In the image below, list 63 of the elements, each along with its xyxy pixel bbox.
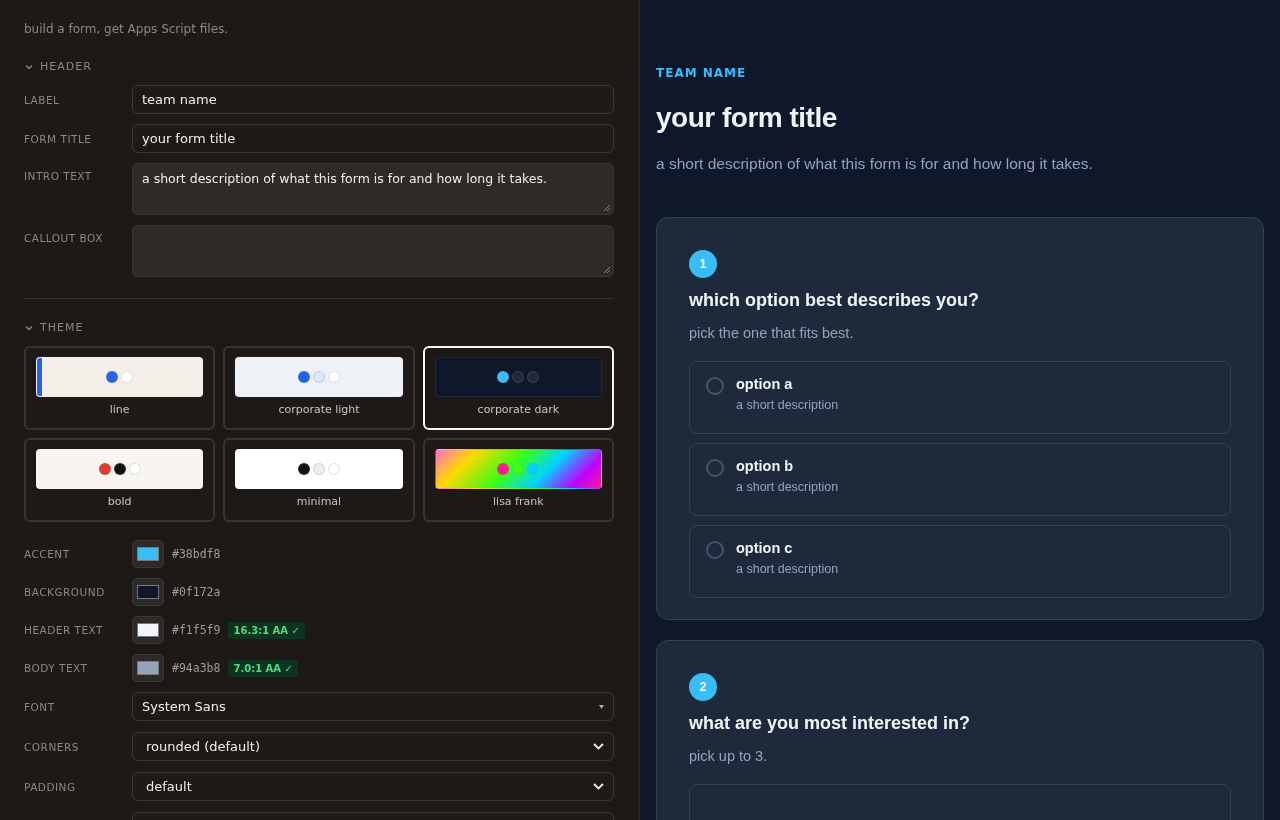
section-toggle[interactable]: HEADER (24, 60, 92, 73)
hex-value: #f1f5f9 (172, 623, 221, 637)
field-label: CALLOUT BOX (24, 231, 104, 244)
option-label: option c (736, 540, 794, 556)
field-label: BODY TEXT (24, 662, 89, 674)
question-hint: pick up to 3. (689, 748, 769, 764)
radio-button[interactable] (706, 541, 724, 559)
option-description: a short description (736, 480, 839, 494)
answer-option[interactable]: option a a short description (689, 361, 1231, 434)
answer-option[interactable]: option b a short description (689, 443, 1231, 516)
contrast-badge: 7.0:1 AA ✓ (228, 659, 298, 677)
text-field[interactable]: your form title (132, 124, 614, 153)
theme-option[interactable]: corporate light (223, 346, 415, 430)
text-field[interactable]: team name (132, 85, 614, 114)
option-description: a short description (736, 562, 839, 576)
field-label: CORNERS (24, 740, 80, 753)
radio-button[interactable] (706, 459, 724, 477)
field-label: HEADER TEXT (24, 624, 105, 636)
answer-option[interactable]: option c a short description (689, 525, 1231, 598)
select-field[interactable]: rounded (default) (132, 732, 614, 761)
question-number: 1 (689, 250, 717, 278)
field-label: INTRO TEXT (24, 169, 93, 182)
hex-value: #38bdf8 (172, 547, 221, 561)
field-label: PADDING (24, 780, 77, 793)
select-field[interactable]: default (132, 772, 614, 801)
chevron-icon (593, 743, 604, 750)
color-picker[interactable] (132, 616, 164, 644)
field-label: FONT (24, 700, 56, 713)
form-label: TEAM NAME (656, 66, 748, 80)
question-title: what are you most interested in? (689, 713, 972, 734)
caret-icon (599, 704, 604, 709)
theme-option[interactable]: corporate dark (422, 346, 614, 430)
question-hint: pick the one that fits best. (689, 325, 855, 341)
resize-handle-icon[interactable] (603, 204, 611, 212)
select-field[interactable]: System Sans (132, 692, 614, 721)
hex-value: #94a3b8 (172, 661, 221, 675)
color-picker[interactable] (132, 540, 164, 568)
resize-handle-icon[interactable] (603, 266, 611, 274)
form-intro: a short description of what this form is for and how long it takes. (656, 155, 1094, 173)
form-title: your form title (656, 102, 838, 134)
option-description: a short description (736, 398, 839, 412)
field-label: BACKGROUND (24, 586, 106, 598)
textarea-field[interactable] (132, 225, 614, 277)
radio-button[interactable] (706, 377, 724, 395)
question-title: which option best describes you? (689, 290, 981, 311)
hex-value: #0f172a (172, 585, 221, 599)
option-label: option b (736, 458, 795, 474)
theme-option[interactable]: minimal (223, 438, 415, 522)
contrast-badge: 16.3:1 AA ✓ (228, 621, 305, 639)
theme-option[interactable]: lisa frank (422, 438, 614, 522)
question-number: 2 (689, 673, 717, 701)
section-toggle[interactable]: THEME (24, 321, 84, 334)
theme-option[interactable]: bold (24, 438, 216, 522)
theme-option[interactable]: line (24, 346, 216, 430)
color-picker[interactable] (132, 654, 164, 682)
tagline: build a form, get Apps Script files. (24, 22, 230, 36)
field-label: LABEL (24, 93, 61, 106)
color-picker[interactable] (132, 578, 164, 606)
field-label: FORM TITLE (24, 132, 93, 145)
field-label: ACCENT (24, 548, 71, 560)
textarea-field[interactable]: a short description of what this form is for and how long it takes. (132, 163, 614, 215)
chevron-icon (593, 783, 604, 790)
option-label: option a (736, 376, 794, 392)
